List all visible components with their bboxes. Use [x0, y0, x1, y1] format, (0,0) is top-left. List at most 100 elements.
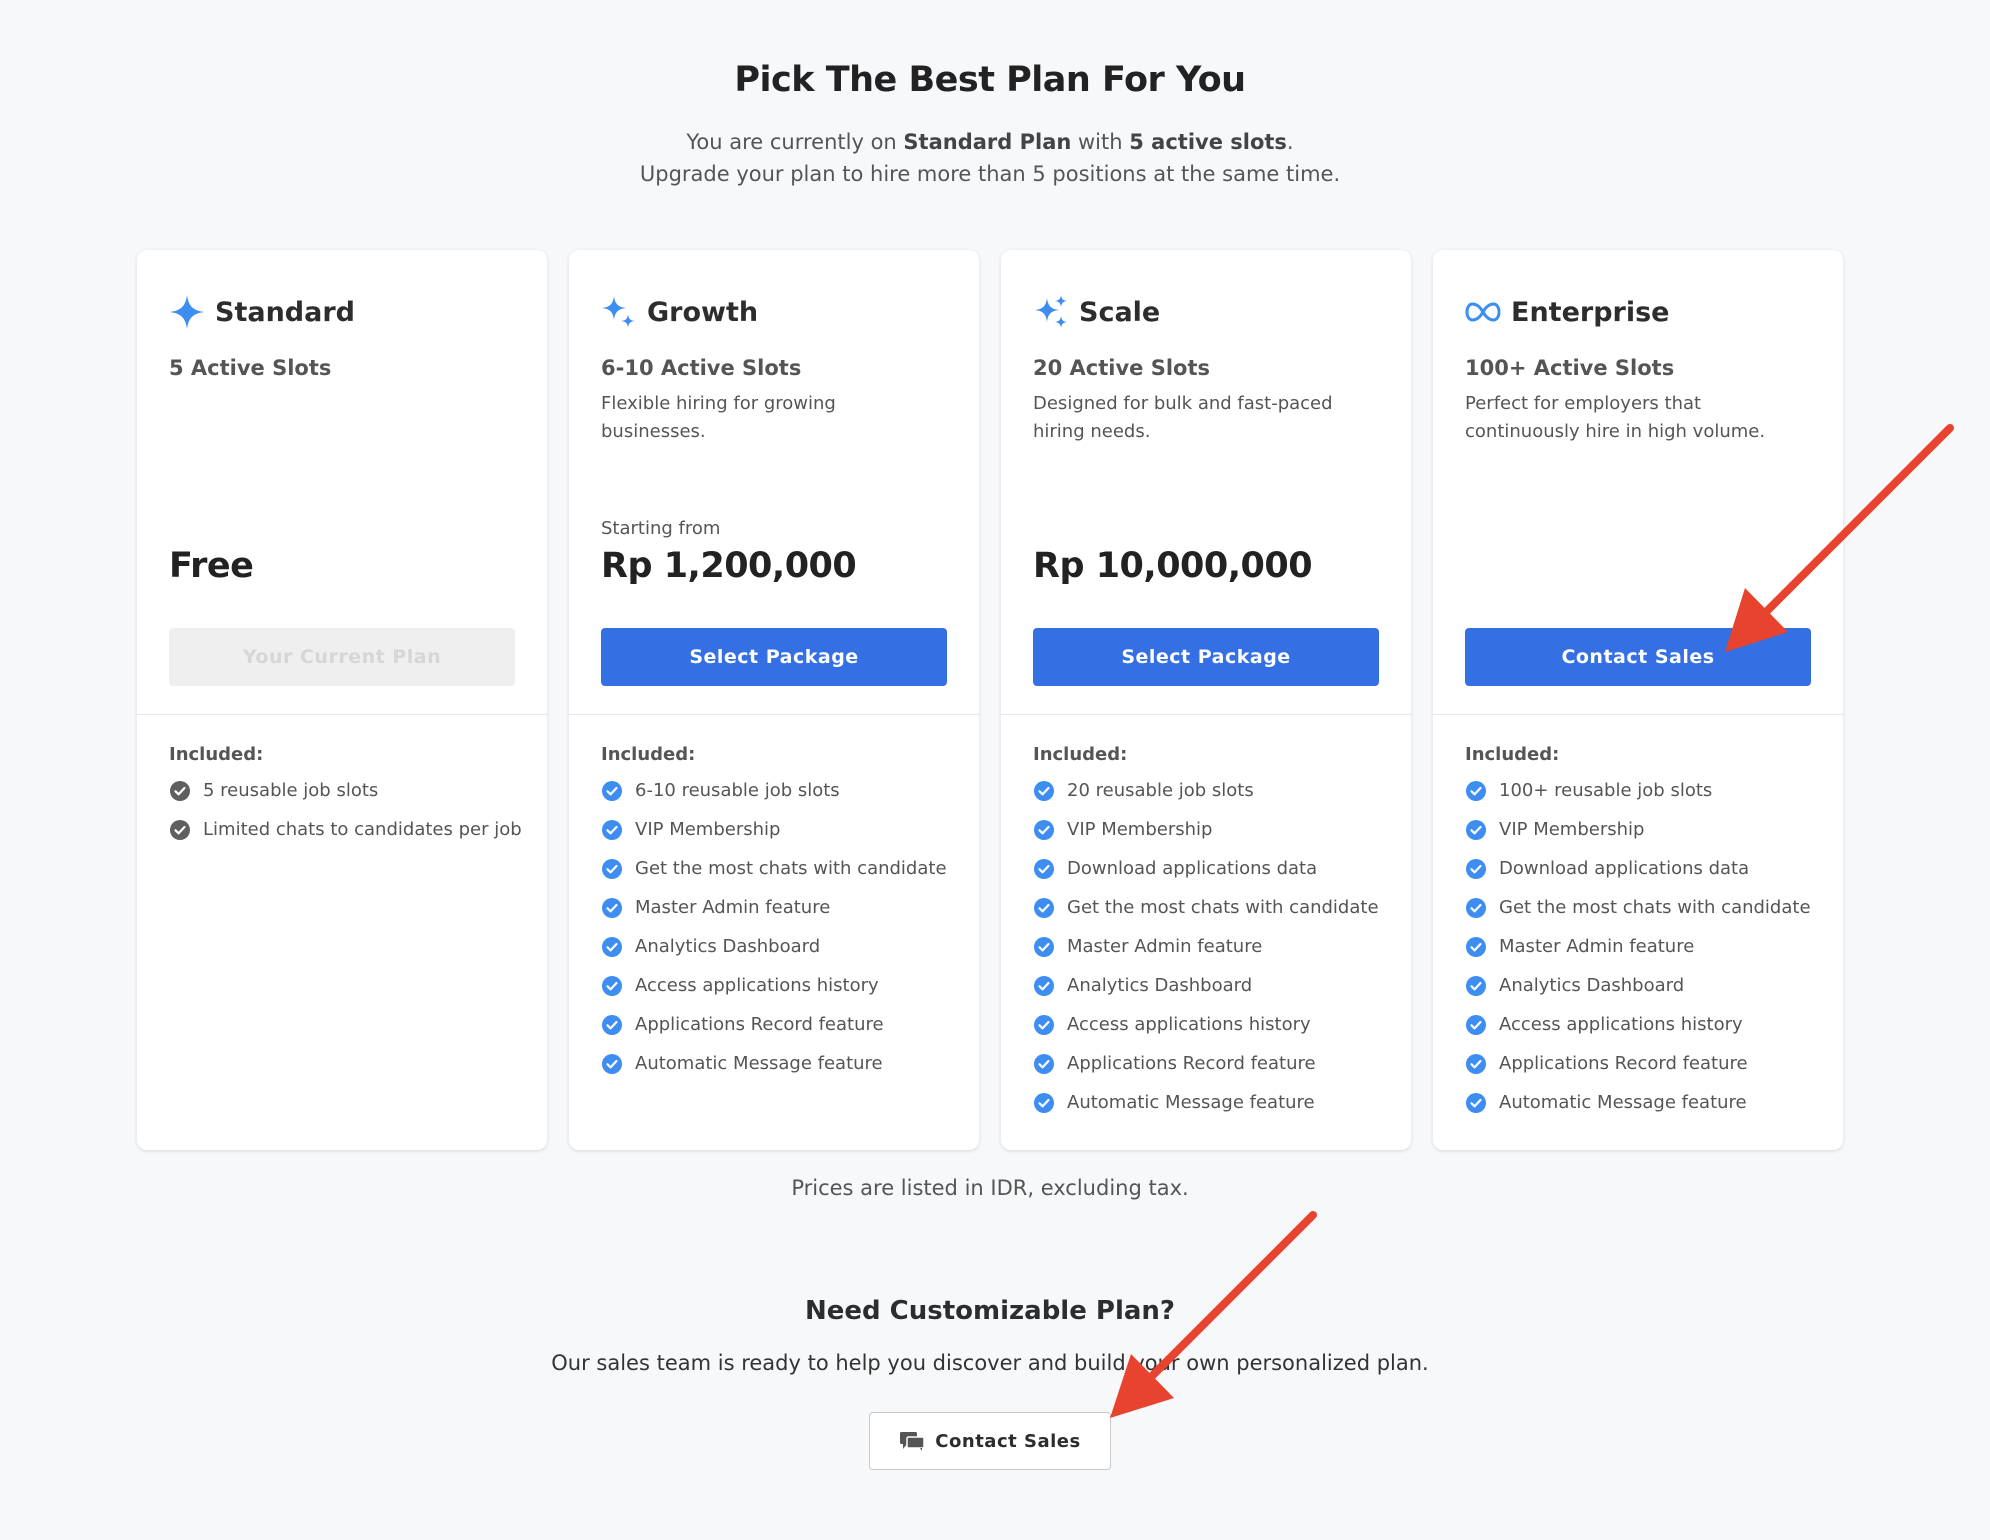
starting-from-label: Starting from — [601, 518, 721, 539]
feature-list: 100+ reusable job slots VIP Membership D… — [1465, 777, 1823, 1117]
feature-text: 6-10 reusable job slots — [635, 780, 840, 801]
plan-description: Perfect for employers that continuously … — [1465, 393, 1766, 442]
check-circle-icon — [1466, 1093, 1486, 1113]
plan-description: Designed for bulk and fast-paced hiring … — [1033, 393, 1333, 442]
check-circle-icon — [1034, 859, 1054, 879]
subtitle-prefix: You are currently on — [686, 130, 904, 154]
feature-item: Applications Record feature — [1465, 1050, 1823, 1078]
plan-card-top: Standard 5 Active Slots Free Your Curren… — [137, 250, 547, 715]
select-package-button[interactable]: Select Package — [601, 628, 947, 686]
check-circle-icon — [1034, 820, 1054, 840]
feature-item: Analytics Dashboard — [1465, 972, 1823, 1000]
contact-sales-outline-button[interactable]: Contact Sales — [869, 1412, 1111, 1470]
plan-price: Rp 1,200,000 — [601, 546, 857, 586]
plan-slots: 20 Active Slots — [1033, 356, 1211, 380]
feature-text: Download applications data — [1067, 858, 1318, 879]
feature-text: Applications Record feature — [1067, 1053, 1316, 1074]
page-header: Pick The Best Plan For You You are curre… — [0, 60, 1980, 190]
included-label: Included: — [1033, 744, 1128, 765]
included-section: Included: 5 reusable job slots Limited c… — [169, 744, 527, 855]
feature-item: Automatic Message feature — [1465, 1089, 1823, 1117]
select-package-button[interactable]: Select Package — [1033, 628, 1379, 686]
sparkle-double-icon — [601, 294, 637, 330]
feature-text: 5 reusable job slots — [203, 780, 379, 801]
feature-text: Access applications history — [1067, 1014, 1311, 1035]
check-circle-icon — [1034, 937, 1054, 957]
feature-list: 5 reusable job slots Limited chats to ca… — [169, 777, 527, 844]
feature-item: Automatic Message feature — [601, 1050, 959, 1078]
feature-list: 6-10 reusable job slots VIP Membership G… — [601, 777, 959, 1078]
plan-cards: Standard 5 Active Slots Free Your Curren… — [137, 250, 1843, 1150]
feature-text: Download applications data — [1499, 858, 1750, 879]
feature-item: Applications Record feature — [601, 1011, 959, 1039]
feature-item: 6-10 reusable job slots — [601, 777, 959, 805]
feature-text: Master Admin feature — [635, 897, 831, 918]
contact-sales-label: Contact Sales — [935, 1430, 1081, 1452]
feature-item: Access applications history — [1033, 1011, 1391, 1039]
feature-text: VIP Membership — [635, 819, 781, 840]
check-circle-icon — [602, 1054, 622, 1074]
page-title: Pick The Best Plan For You — [734, 60, 1246, 100]
feature-text: Analytics Dashboard — [1067, 975, 1253, 996]
feature-list: 20 reusable job slots VIP Membership Dow… — [1033, 777, 1391, 1117]
feature-text: Analytics Dashboard — [635, 936, 821, 957]
current-plan-name: Standard Plan — [903, 130, 1072, 154]
feature-item: Analytics Dashboard — [601, 933, 959, 961]
plan-header: Growth — [601, 294, 758, 330]
check-circle-icon — [602, 859, 622, 879]
check-circle-icon — [1034, 1093, 1054, 1113]
plan-price: Free — [169, 546, 254, 586]
check-circle-icon — [1466, 937, 1486, 957]
contact-sales-button[interactable]: Contact Sales — [1465, 628, 1811, 686]
check-circle-icon — [602, 820, 622, 840]
feature-text: Master Admin feature — [1499, 936, 1695, 957]
feature-item: Automatic Message feature — [1033, 1089, 1391, 1117]
feature-text: Applications Record feature — [1499, 1053, 1748, 1074]
check-circle-icon — [1466, 1015, 1486, 1035]
feature-item: Master Admin feature — [601, 894, 959, 922]
feature-item: Analytics Dashboard — [1033, 972, 1391, 1000]
included-section: Included: 100+ reusable job slots VIP Me… — [1465, 744, 1823, 1128]
check-circle-icon — [1466, 820, 1486, 840]
plan-card-top: Scale 20 Active Slots Designed for bulk … — [1001, 250, 1411, 715]
feature-text: 20 reusable job slots — [1067, 780, 1254, 801]
feature-text: Access applications history — [635, 975, 879, 996]
feature-item: Get the most chats with candidate — [1465, 894, 1823, 922]
feature-text: Limited chats to candidates per job — [203, 819, 522, 840]
check-circle-icon — [170, 781, 190, 801]
feature-text: 100+ reusable job slots — [1499, 780, 1713, 801]
feature-item: Access applications history — [601, 972, 959, 1000]
check-circle-icon — [602, 781, 622, 801]
check-circle-icon — [1034, 1015, 1054, 1035]
included-section: Included: 6-10 reusable job slots VIP Me… — [601, 744, 959, 1089]
current-plan-button: Your Current Plan — [169, 628, 515, 686]
feature-text: VIP Membership — [1067, 819, 1213, 840]
feature-item: Get the most chats with candidate — [1033, 894, 1391, 922]
check-circle-icon — [602, 976, 622, 996]
chat-bubble-icon — [900, 1432, 926, 1451]
infinity-icon — [1465, 294, 1501, 330]
plan-price: Rp 10,000,000 — [1033, 546, 1313, 586]
plan-card-growth: Growth 6-10 Active Slots Flexible hiring… — [569, 250, 979, 1150]
feature-text: Automatic Message feature — [635, 1053, 883, 1074]
included-section: Included: 20 reusable job slots VIP Memb… — [1033, 744, 1391, 1128]
plan-slots: 6-10 Active Slots — [601, 356, 802, 380]
check-circle-icon — [1034, 976, 1054, 996]
feature-item: VIP Membership — [1033, 816, 1391, 844]
feature-item: 100+ reusable job slots — [1465, 777, 1823, 805]
plan-description: Flexible hiring for growing businesses. — [601, 393, 836, 442]
feature-item: VIP Membership — [601, 816, 959, 844]
plan-card-scale: Scale 20 Active Slots Designed for bulk … — [1001, 250, 1411, 1150]
feature-item: Get the most chats with candidate — [601, 855, 959, 883]
subtitle-mid: with — [1071, 130, 1130, 154]
feature-text: Automatic Message feature — [1067, 1092, 1315, 1113]
included-label: Included: — [169, 744, 264, 765]
price-note: Prices are listed in IDR, excluding tax. — [791, 1176, 1189, 1200]
plan-name: Standard — [215, 296, 355, 328]
sparkle-single-icon — [169, 294, 205, 330]
plan-header: Standard — [169, 294, 355, 330]
included-label: Included: — [601, 744, 696, 765]
feature-item: Limited chats to candidates per job — [169, 816, 527, 844]
feature-item: VIP Membership — [1465, 816, 1823, 844]
check-circle-icon — [602, 937, 622, 957]
